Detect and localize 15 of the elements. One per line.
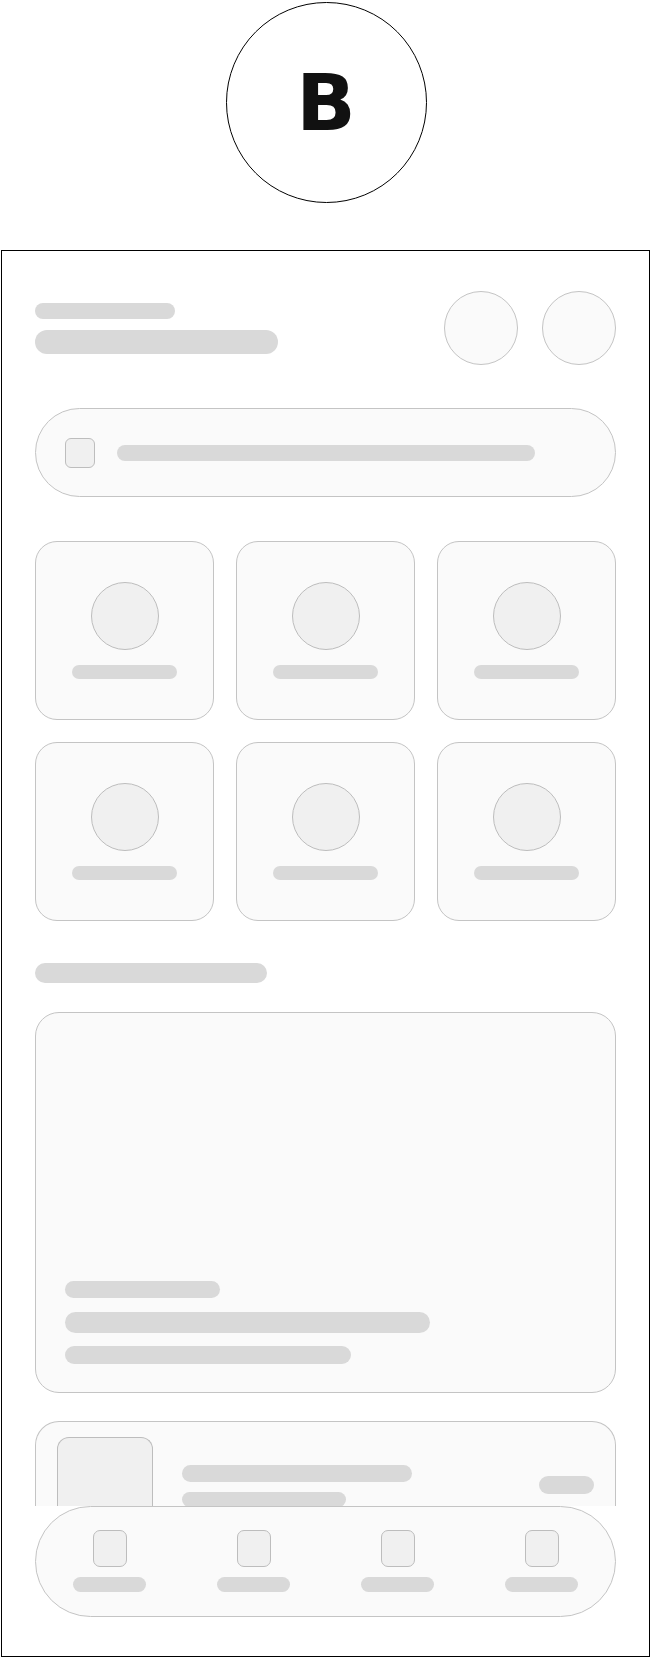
- square-icon: [524, 1530, 559, 1567]
- category-tile[interactable]: [437, 742, 616, 921]
- category-tile[interactable]: [437, 541, 616, 720]
- square-icon: [380, 1530, 415, 1567]
- category-tile[interactable]: [236, 742, 415, 921]
- list-card[interactable]: [35, 1421, 616, 1506]
- placeholder-bar: [539, 1476, 594, 1494]
- feature-card[interactable]: [35, 1012, 616, 1393]
- square-icon: [65, 437, 95, 468]
- square-icon: [236, 1530, 271, 1567]
- square-icon: [92, 1530, 127, 1567]
- category-tile[interactable]: [35, 541, 214, 720]
- logo-letter: B: [296, 63, 356, 142]
- category-tile[interactable]: [236, 541, 415, 720]
- category-tile[interactable]: [35, 742, 214, 921]
